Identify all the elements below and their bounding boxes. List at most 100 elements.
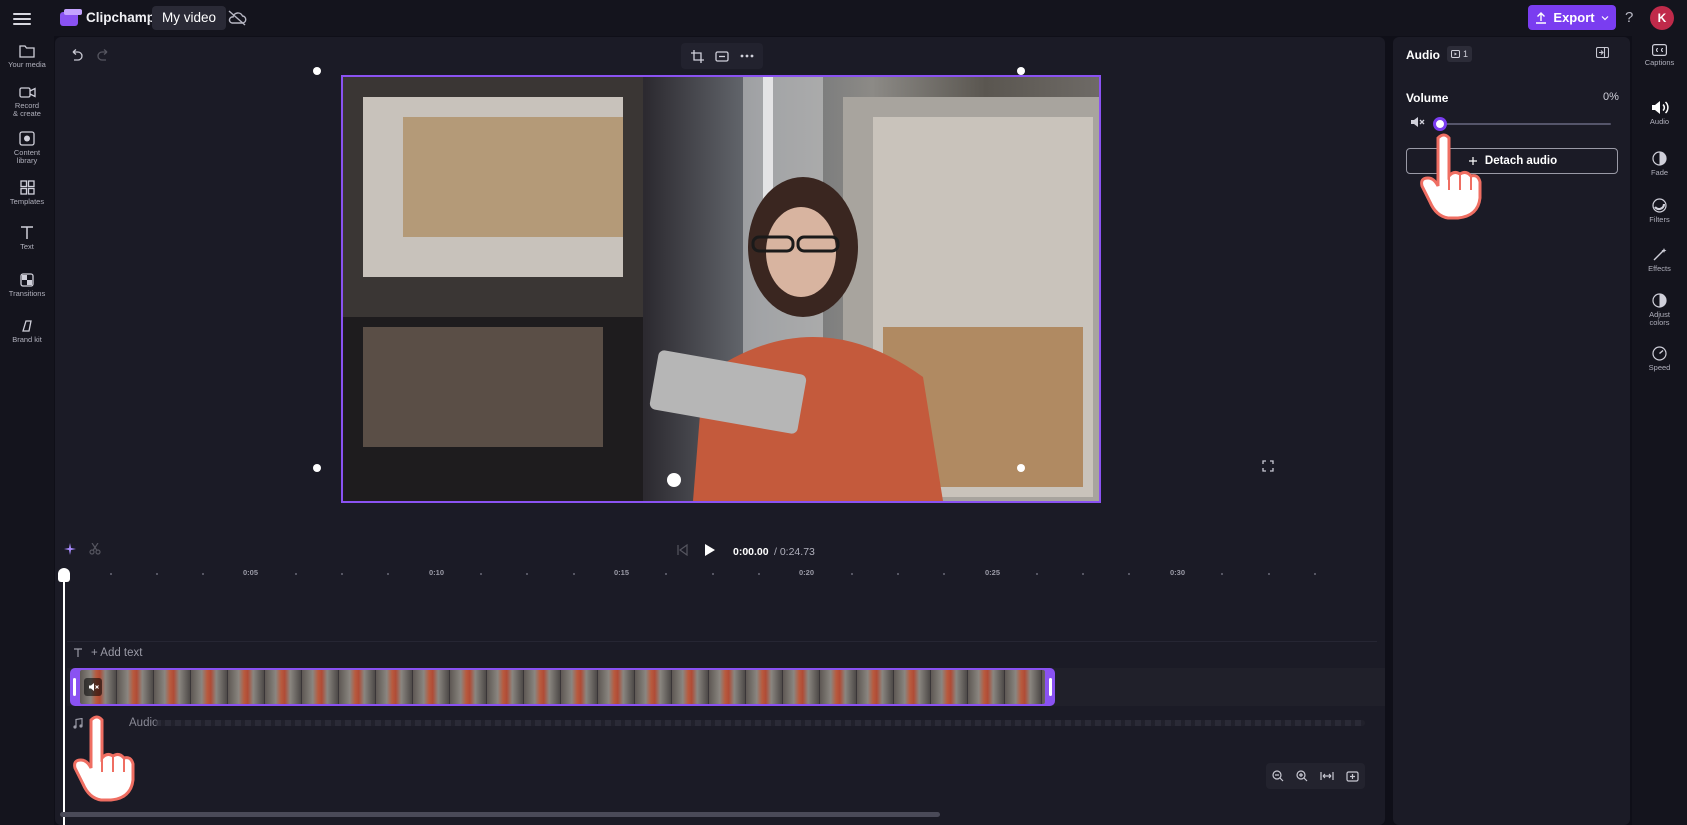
video-preview[interactable]: [341, 75, 1101, 503]
timeline: 0:00.00 / 0:24.73 0:05 0:10 0:15 0:20 0:…: [55, 534, 1385, 825]
help-icon[interactable]: ?: [1625, 9, 1633, 26]
ruler-tick: [1314, 573, 1316, 575]
volume-slider-thumb[interactable]: [1433, 117, 1447, 131]
ruler-tick: [573, 573, 575, 575]
rotate-handle[interactable]: [667, 473, 681, 487]
total-duration: / 0:24.73: [774, 546, 815, 558]
scissors-icon[interactable]: [89, 543, 101, 555]
clip-thumbnail: [450, 670, 487, 704]
editor-area: 0:00.00 / 0:24.73 0:05 0:10 0:15 0:20 0:…: [55, 37, 1385, 825]
sidebar-item-label: Your media: [8, 60, 46, 69]
rail-item-label: Effects: [1648, 264, 1671, 273]
rail-item-fade[interactable]: Fade: [1632, 151, 1687, 177]
cloud-off-icon[interactable]: [227, 9, 247, 27]
folder-icon: [19, 45, 35, 58]
rail-item-effects[interactable]: Effects: [1632, 247, 1687, 273]
video-clip[interactable]: [70, 668, 1055, 706]
pointing-hand-cursor: [73, 715, 135, 802]
redo-icon[interactable]: [97, 49, 111, 61]
clip-thumbnail: [931, 670, 968, 704]
pointing-hand-cursor: [1420, 133, 1482, 220]
clip-thumbnail: [635, 670, 672, 704]
ruler-label: 0:25: [985, 568, 1001, 577]
clip-thumbnail: [191, 670, 228, 704]
muted-speaker-icon[interactable]: [1410, 116, 1425, 128]
transitions-icon: [20, 273, 34, 287]
rail-item-speed[interactable]: Speed: [1632, 346, 1687, 372]
sidebar-item-text[interactable]: Text: [0, 225, 54, 251]
resize-handle[interactable]: [313, 464, 321, 472]
trim-handle-left[interactable]: [73, 678, 76, 696]
clip-thumbnail: [524, 670, 561, 704]
ruler-tick: [943, 573, 945, 575]
avatar[interactable]: K: [1650, 6, 1674, 30]
rail-item-audio[interactable]: Audio: [1632, 100, 1687, 126]
fit-timeline-icon[interactable]: [1320, 771, 1334, 781]
rail-item-captions[interactable]: Captions: [1632, 44, 1687, 67]
clip-thumbnail: [265, 670, 302, 704]
sidebar-item-templates[interactable]: Templates: [0, 180, 54, 206]
text-icon: [74, 647, 82, 657]
video-clip-icon: [1451, 50, 1460, 58]
clip-thumbnails: [80, 670, 1045, 704]
clip-count: 1: [1463, 49, 1469, 59]
fit-icon[interactable]: [712, 46, 732, 66]
undo-icon[interactable]: [69, 49, 83, 61]
effects-icon: [1653, 248, 1667, 261]
sidebar-item-transitions[interactable]: Transitions: [0, 273, 54, 298]
sidebar-item-label: Templates: [9, 197, 45, 206]
add-track-icon[interactable]: [1346, 770, 1359, 782]
export-button[interactable]: Export: [1528, 5, 1616, 30]
sidebar-item-record-create[interactable]: Record & create: [0, 86, 54, 118]
sidebar-item-content-library[interactable]: Content library: [0, 131, 54, 165]
volume-label: Volume: [1406, 91, 1449, 105]
fade-icon: [1652, 151, 1667, 166]
sidebar-item-brand-kit[interactable]: Brand kit: [0, 319, 54, 344]
time-ruler[interactable]: 0:05 0:10 0:15 0:20 0:25 0:30: [65, 568, 1375, 582]
trim-handle-right[interactable]: [1049, 678, 1052, 696]
upload-icon: [1536, 11, 1547, 24]
crop-icon[interactable]: [687, 46, 707, 66]
resize-handle[interactable]: [1017, 67, 1025, 75]
ruler-tick: [1036, 573, 1038, 575]
volume-slider-track[interactable]: [1440, 123, 1611, 125]
more-options-icon[interactable]: [737, 46, 757, 66]
adjust-colors-icon: [1652, 293, 1667, 308]
play-button[interactable]: [704, 543, 716, 557]
clip-thumbnail: [598, 670, 635, 704]
brand-kit-icon: [22, 320, 32, 332]
ruler-tick: [851, 573, 853, 575]
ruler-tick: [1128, 573, 1130, 575]
skip-back-icon[interactable]: [676, 544, 688, 556]
muted-speaker-icon[interactable]: [84, 678, 102, 696]
playhead-handle[interactable]: [58, 568, 70, 582]
collapse-panel-icon[interactable]: [1596, 47, 1609, 58]
menu-icon[interactable]: [13, 10, 31, 26]
clip-thumbnail: [709, 670, 746, 704]
fullscreen-icon[interactable]: [1262, 460, 1274, 472]
rail-item-filters[interactable]: Filters: [1632, 198, 1687, 224]
left-sidebar: Your media Record & create Content libra…: [0, 36, 54, 825]
clip-thumbnail: [783, 670, 820, 704]
clip-thumbnail: [228, 670, 265, 704]
timeline-scrollbar[interactable]: [60, 812, 940, 817]
zoom-out-icon[interactable]: [1272, 770, 1284, 782]
ruler-tick: [526, 573, 528, 575]
rail-item-label: Filters: [1649, 215, 1670, 224]
rail-item-adjust-colors[interactable]: Adjust colors: [1632, 293, 1687, 327]
project-name-tab[interactable]: My video: [152, 6, 227, 30]
sidebar-item-label: Content library: [13, 148, 41, 165]
zoom-in-icon[interactable]: [1296, 770, 1308, 782]
panel-title: Audio: [1406, 48, 1440, 62]
ruler-label: 0:10: [429, 568, 445, 577]
sidebar-item-your-media[interactable]: Your media: [0, 44, 54, 69]
sparkle-icon[interactable]: [64, 543, 76, 555]
resize-handle[interactable]: [1017, 464, 1025, 472]
clip-thumbnail: [746, 670, 783, 704]
clip-thumbnail: [1005, 670, 1042, 704]
add-text-track[interactable]: + Add text: [67, 641, 1377, 663]
detach-audio-label: Detach audio: [1484, 155, 1558, 167]
clip-thumbnail: [894, 670, 931, 704]
resize-handle[interactable]: [313, 67, 321, 75]
ruler-tick: [1082, 573, 1084, 575]
